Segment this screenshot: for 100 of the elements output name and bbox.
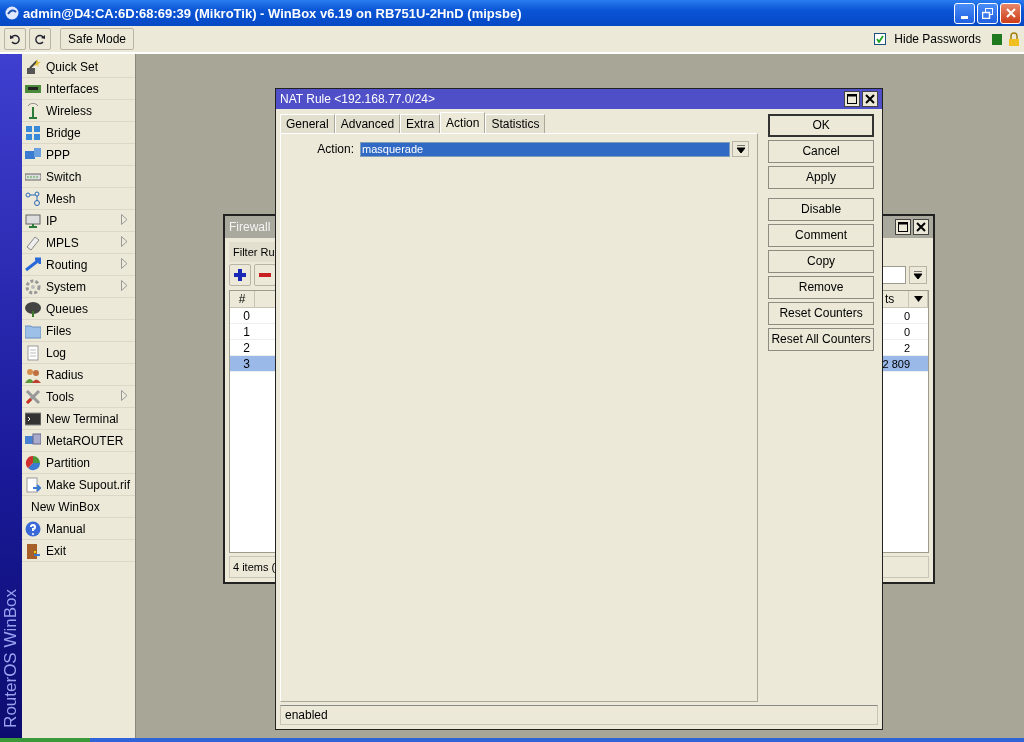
add-button[interactable]	[229, 264, 251, 286]
dropdown-button[interactable]	[909, 266, 927, 284]
dialog-button[interactable]: Remove	[768, 275, 874, 299]
menu-item[interactable]: Log	[22, 342, 135, 364]
dialog-button[interactable]: Cancel	[768, 139, 874, 163]
window-title: admin@D4:CA:6D:68:69:39 (MikroTik) - WinBox v6.19 on RB751U-2HnD (mipsbe)	[23, 5, 523, 21]
menu-item[interactable]: Routing	[22, 254, 135, 276]
action-dropdown[interactable]: masquerade	[360, 141, 730, 157]
antenna-icon	[25, 102, 41, 119]
dialog-button[interactable]: Reset All Counters	[768, 327, 874, 351]
minimize-button[interactable]	[954, 2, 975, 24]
dialog-button[interactable]: Reset Counters	[768, 301, 874, 325]
close-icon	[916, 222, 926, 232]
menu-item[interactable]: New Terminal	[22, 408, 135, 430]
checkmark-icon	[876, 35, 885, 43]
undo-icon	[9, 33, 21, 45]
lock-icon	[1008, 32, 1020, 46]
menu-item[interactable]: Files	[22, 320, 135, 342]
hide-passwords-checkbox[interactable]	[874, 33, 887, 45]
app-icon	[5, 6, 19, 20]
menu-item[interactable]: PPP	[22, 144, 135, 166]
table-cell-text: 0	[903, 324, 911, 339]
table-cell-text: 2 809	[882, 356, 911, 371]
tools-icon	[25, 388, 41, 405]
menu-item[interactable]: MPLS	[22, 232, 135, 254]
monitor-icon	[25, 212, 41, 229]
close-button[interactable]	[862, 90, 878, 107]
tab[interactable]: Action	[440, 111, 486, 133]
menu-item[interactable]: IP	[22, 210, 135, 232]
restore-button[interactable]	[977, 2, 998, 24]
minimize-icon	[961, 15, 968, 19]
dialog-button[interactable]: Disable	[768, 197, 874, 221]
table-cell-text: 0	[242, 308, 251, 323]
nodes-icon	[25, 190, 41, 207]
menu-item[interactable]: Mesh	[22, 188, 135, 210]
maximize-button[interactable]	[895, 219, 911, 235]
plus-icon	[233, 268, 247, 282]
hide-passwords-label: Hide Passwords	[894, 32, 981, 46]
menu-item[interactable]: Quick Set	[22, 56, 135, 78]
dialog-button[interactable]: Copy	[768, 249, 874, 273]
close-button[interactable]	[913, 219, 929, 235]
restore-icon	[982, 7, 993, 19]
tags-icon	[25, 234, 41, 251]
dropdown-button[interactable]	[732, 141, 749, 158]
folder-icon	[25, 322, 41, 339]
submenu-arrow-icon	[121, 280, 128, 291]
status-square-icon	[992, 33, 1002, 45]
tree-icon	[25, 300, 41, 317]
submenu-arrow-icon	[121, 390, 128, 401]
dialog-button[interactable]: Comment	[768, 223, 874, 247]
menu-item[interactable]: Switch	[22, 166, 135, 188]
menu-item[interactable]: Wireless	[22, 100, 135, 122]
menu-item[interactable]: Manual	[22, 518, 135, 540]
menu-item[interactable]: Queues	[22, 298, 135, 320]
maximize-button[interactable]	[844, 90, 860, 107]
window-title: Firewall	[229, 220, 272, 234]
menu-item[interactable]: Exit	[22, 540, 135, 562]
table-cell-text: 2	[903, 340, 911, 355]
window-title: NAT Rule <192.168.77.0/24>	[280, 91, 436, 106]
menu-item[interactable]: Interfaces	[22, 78, 135, 100]
caret-icon	[913, 296, 923, 302]
menu-item[interactable]: Bridge	[22, 122, 135, 144]
terminal-icon	[25, 410, 41, 427]
tab[interactable]: Extra	[400, 113, 441, 133]
gear-icon	[25, 278, 41, 295]
remove-button[interactable]	[254, 264, 276, 286]
dropdown-arrow-icon	[736, 145, 745, 154]
table-cell-text: 0	[903, 308, 911, 323]
table-cell-text: 3	[242, 356, 251, 371]
menu-item[interactable]: Tools	[22, 386, 135, 408]
submenu-arrow-icon	[121, 236, 128, 247]
menu-item[interactable]: New WinBox	[22, 496, 135, 518]
people-icon	[25, 366, 41, 383]
maximize-icon	[898, 222, 908, 232]
redo-button[interactable]	[29, 28, 51, 50]
table-cell-text: 2	[242, 340, 251, 355]
safe-mode-button[interactable]: Safe Mode	[60, 28, 135, 50]
status-bar: enabled	[280, 704, 878, 725]
menu-item[interactable]: Partition	[22, 452, 135, 474]
menu-item[interactable]: Radius	[22, 364, 135, 386]
menu-item[interactable]: Make Supout.rif	[22, 474, 135, 496]
dialog-button[interactable]: Apply	[768, 165, 874, 189]
menu-item[interactable]: System	[22, 276, 135, 298]
tab[interactable]: General	[280, 113, 335, 133]
close-icon	[865, 93, 875, 104]
help-icon	[25, 520, 41, 537]
dropdown-arrow-icon	[914, 271, 922, 279]
undo-button[interactable]	[4, 28, 26, 50]
menu-item[interactable]: MetaROUTER	[22, 430, 135, 452]
maximize-icon	[847, 93, 857, 104]
field-label: Action:	[316, 142, 354, 157]
redo-icon	[34, 33, 46, 45]
table-cell-text: 1	[242, 324, 251, 339]
pie-chart-icon	[25, 454, 41, 471]
tab[interactable]: Statistics	[485, 113, 546, 133]
submenu-arrow-icon	[121, 258, 128, 269]
dialog-button[interactable]: OK	[768, 113, 874, 137]
submenu-arrow-icon	[121, 214, 128, 225]
tab[interactable]: Advanced	[334, 113, 401, 133]
column-header[interactable]: #	[230, 291, 255, 307]
